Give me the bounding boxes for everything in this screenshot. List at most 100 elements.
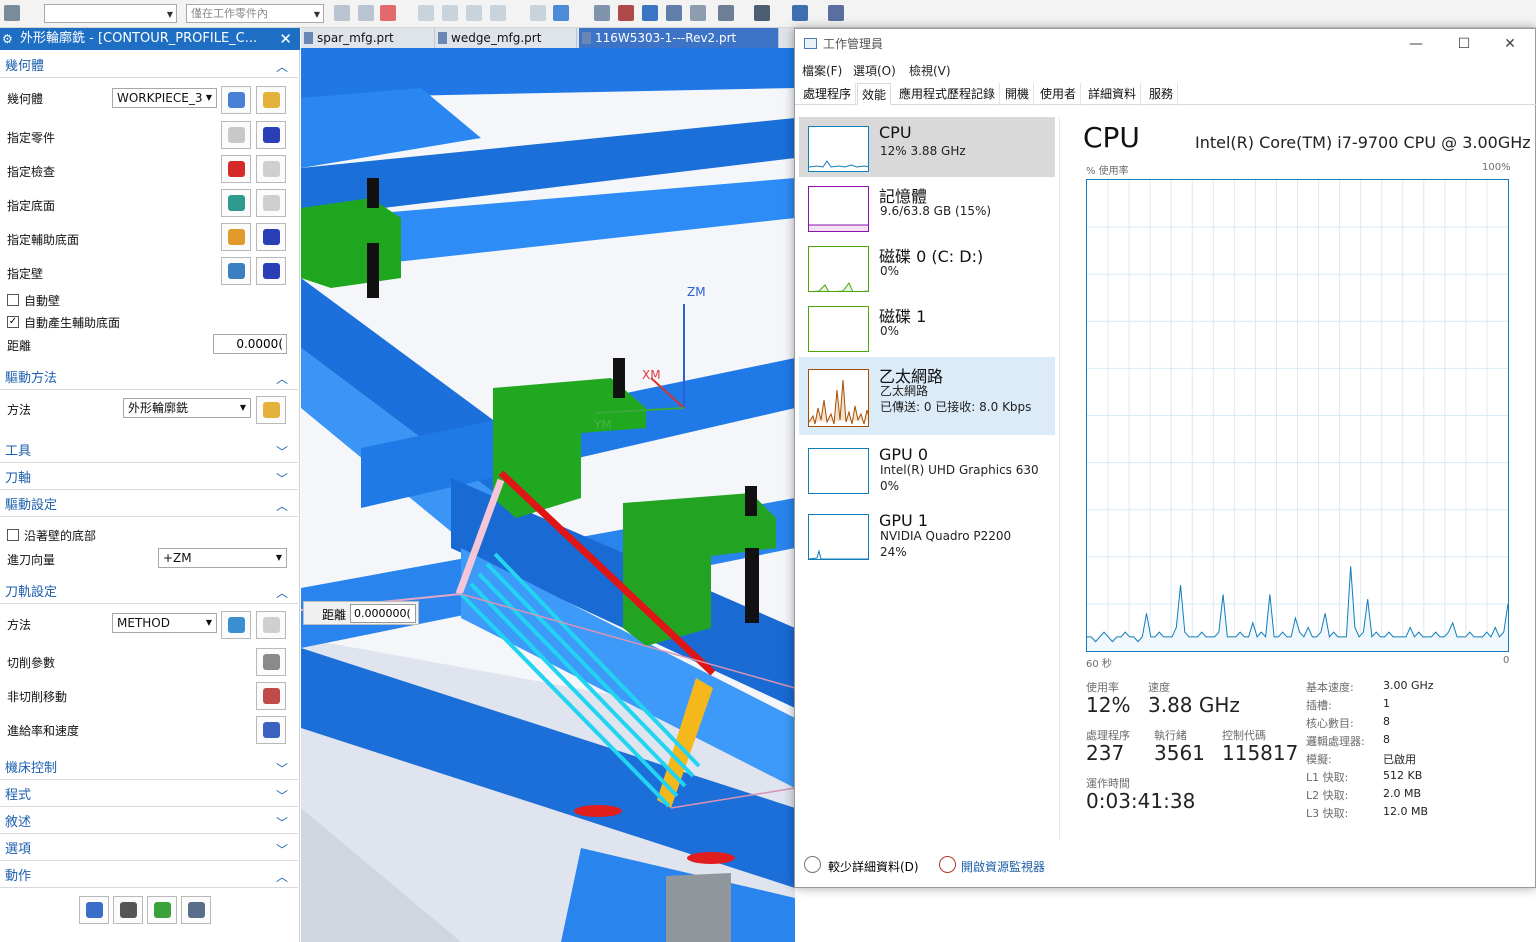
show-check-button[interactable] [256,155,286,183]
specify-floor-button[interactable] [221,189,251,217]
menu-file[interactable]: 檔案(F) [802,62,842,79]
drive-method-section-header[interactable]: 驅動方法 ︿ [0,368,298,390]
path-settings-section-header[interactable]: 刀軌設定 ︿ [0,582,298,604]
fit-icon[interactable] [594,5,610,21]
menu-view[interactable]: 檢視(V) [909,62,951,79]
section-icon[interactable] [828,5,844,21]
perf-item-memory[interactable]: 記憶體 9.6/63.8 GB (15%) [799,177,1055,237]
edit-drive-button[interactable] [256,396,286,424]
rotate-icon[interactable] [642,5,658,21]
lasso-icon[interactable] [466,5,482,21]
section-title: 刀軌設定 [5,585,58,600]
snap-icon[interactable] [334,5,350,21]
tab-performance[interactable]: 效能 [857,83,892,105]
show-floor-button[interactable] [256,189,286,217]
replay-button[interactable] [113,896,143,924]
layout-icon[interactable] [4,5,20,21]
selection-filter-combo[interactable]: ▼ [44,4,177,23]
curve-icon[interactable] [442,5,458,21]
program-section-header[interactable]: 程式 ﹀ [0,785,298,807]
spec-value: 3.00 GHz [1383,679,1434,692]
show-part-button[interactable] [256,121,286,149]
verify-button[interactable] [147,896,177,924]
zoom-icon[interactable] [618,5,634,21]
show-wall-button[interactable] [256,257,286,285]
distance-input[interactable]: 0.0000( [213,334,287,354]
tab-users[interactable]: 使用者 [1036,83,1082,105]
specify-part-button[interactable] [221,121,251,149]
machine-control-section-header[interactable]: 機床控制 ﹀ [0,758,298,780]
description-section-header[interactable]: 敘述 ﹀ [0,812,298,834]
show-aux-floor-button[interactable] [256,223,286,251]
select-box-icon[interactable] [380,5,396,21]
minimize-icon[interactable]: — [1393,29,1439,59]
menu-options[interactable]: 選項(O) [853,62,896,79]
perf-item-disk0[interactable]: 磁碟 0 (C: D:) 0% [799,237,1055,297]
along-wall-bottom-checkbox[interactable] [7,529,19,541]
cut-params-button[interactable] [256,648,286,676]
specify-aux-floor-button[interactable] [221,223,251,251]
maximize-icon[interactable]: ☐ [1441,29,1487,59]
non-cut-button[interactable] [256,682,286,710]
path-method-select[interactable]: METHOD ▼ [112,613,217,633]
specify-check-button[interactable] [221,155,251,183]
auto-wall-checkbox[interactable] [7,294,19,306]
workpiece-select[interactable]: WORKPIECE_3 ▼ [112,88,217,108]
cad-viewport[interactable]: ZM XM YM spar_mfg.prt wedge_mfg.prt 116W… [301,28,795,942]
distance-handle-input[interactable]: 0.000000( [350,604,416,623]
shaded-icon[interactable] [792,5,808,21]
close-icon[interactable]: ✕ [1487,29,1533,59]
close-icon[interactable]: ✕ [279,28,292,50]
list-button[interactable] [181,896,211,924]
specify-wall-button[interactable] [221,257,251,285]
render-style-icon[interactable] [754,5,770,21]
generate-button[interactable] [79,896,109,924]
perspective-icon[interactable] [690,5,706,21]
list-icon [188,902,205,918]
tab-details[interactable]: 詳細資料 [1084,83,1142,105]
point-icon[interactable] [418,5,434,21]
tab-processes[interactable]: 處理程序 [799,83,857,105]
geometry-section-header[interactable]: 幾何體 ︿ [0,56,298,78]
pan-icon[interactable] [666,5,682,21]
tool-section-header[interactable]: 工具 ﹀ [0,441,298,463]
view-cube-icon[interactable] [553,5,569,21]
chevron-up-circle-icon[interactable] [804,856,821,873]
drive-settings-section-header[interactable]: 驅動設定 ︿ [0,495,298,517]
graph-max-label: 100% [1482,162,1511,173]
perf-item-gpu1[interactable]: GPU 1 NVIDIA Quadro P2200 24% [799,505,1055,565]
new-method-button[interactable] [221,611,251,639]
tab-services[interactable]: 服務 [1145,83,1179,105]
rect-select-icon[interactable] [490,5,506,21]
fewer-details-link[interactable]: 較少詳細資料(D) [828,858,919,875]
tool-axis-section-header[interactable]: 刀軸 ﹀ [0,468,298,490]
check-geometry-icon [228,161,245,177]
perf-item-disk1[interactable]: 磁碟 1 0% [799,297,1055,357]
scope-combo[interactable]: 僅在工作零件內 ▼ [186,4,324,23]
edit-method-button[interactable] [256,611,286,639]
new-geometry-button[interactable] [221,86,251,114]
tab-spar-mfg[interactable]: spar_mfg.prt [301,28,435,48]
tab-116w5303[interactable]: 116W5303-1---Rev2.prt [579,28,779,48]
part-file-icon [582,32,591,44]
approach-vector-select[interactable]: +ZM ▼ [158,548,287,568]
auto-aux-floor-checkbox[interactable]: ✓ [7,316,19,328]
perf-item-cpu[interactable]: CPU 12% 3.88 GHz [799,117,1055,177]
perf-item-detail-2: 已傳送: 0 已接收: 8.0 Kbps [880,400,1032,414]
open-resource-monitor-link[interactable]: 開啟資源監視器 [961,858,1045,875]
tab-wedge-mfg[interactable]: wedge_mfg.prt [435,28,577,48]
spec-value: 8 [1383,715,1390,728]
feeds-button[interactable] [256,716,286,744]
tab-app-history[interactable]: 應用程式歷程記錄 [895,83,1001,105]
snap-point-icon[interactable] [358,5,374,21]
tab-startup[interactable]: 開機 [1001,83,1035,105]
options-section-header[interactable]: 選項 ﹀ [0,839,298,861]
edit-geometry-button[interactable] [256,86,286,114]
orient-icon[interactable] [718,5,734,21]
gear-icon[interactable]: ⚙ [2,28,13,50]
perf-item-ethernet[interactable]: 乙太網路 乙太網路 已傳送: 0 已接收: 8.0 Kbps [799,357,1055,435]
drive-method-select[interactable]: 外形輪廓銑 ▼ [123,398,251,418]
perf-item-gpu0[interactable]: GPU 0 Intel(R) UHD Graphics 630 0% [799,439,1055,499]
actions-section-header[interactable]: 動作 ︿ [0,866,298,888]
hide-icon[interactable] [530,5,546,21]
